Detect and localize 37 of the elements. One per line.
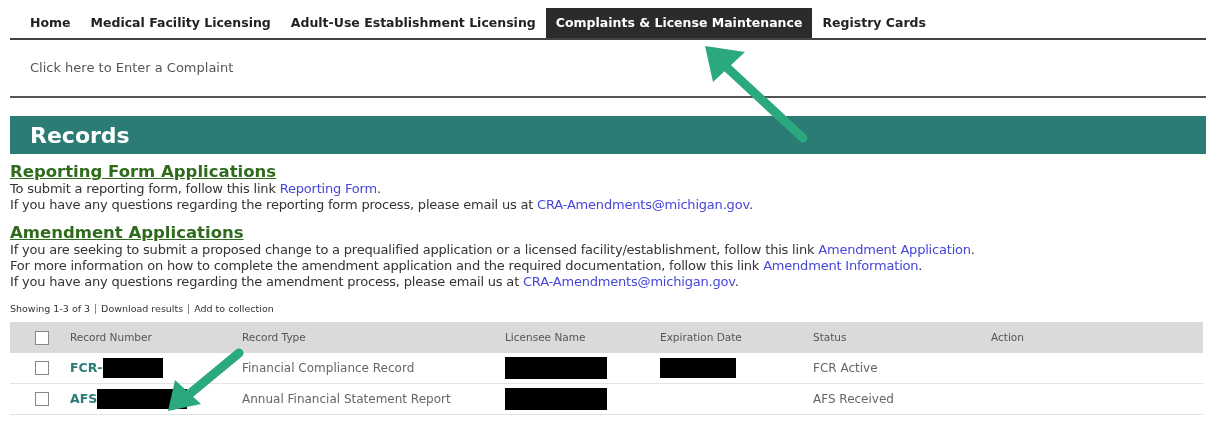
- column-header: Action: [991, 330, 1024, 343]
- info-text: If you have any questions regarding the amendment process, please email us at CRA-Amendments@michigan.gov.: [10, 274, 740, 290]
- nav-tab[interactable]: Home: [20, 8, 81, 38]
- redaction-bar: [102, 358, 163, 379]
- results-action-link[interactable]: Add to collection: [194, 302, 274, 317]
- nav-tab[interactable]: Registry Cards: [812, 8, 936, 38]
- table-cell: Financial Compliance Record: [242, 361, 415, 376]
- info-text: To submit a reporting form, follow this link Reporting Form.: [10, 181, 382, 197]
- row-checkbox[interactable]: [35, 361, 49, 376]
- nav-tab[interactable]: Complaints & License Maintenance: [545, 8, 813, 38]
- record-number-link[interactable]: FCR-: [70, 358, 103, 378]
- select-all-checkbox[interactable]: [35, 330, 49, 345]
- section-heading: Reporting Form Applications: [10, 162, 277, 181]
- row-checkbox[interactable]: [35, 392, 49, 407]
- section-title: Records: [30, 121, 130, 150]
- results-action-link[interactable]: Download results: [101, 302, 184, 317]
- table-cell: Annual Financial Statement Report: [242, 392, 451, 407]
- email-or-form-link[interactable]: Amendment Application: [818, 242, 971, 257]
- results-count: Showing 1-3 of 3: [10, 302, 91, 316]
- info-text: For more information on how to complete the amendment application and the required documentation, follow this link Amendment Information.: [10, 258, 924, 274]
- nav-tab[interactable]: Adult-Use Establishment Licensing: [280, 8, 546, 38]
- info-text: If you have any questions regarding the reporting form process, please email us at CRA-Amendments@michigan.gov.: [10, 197, 754, 213]
- column-header: Record Type: [242, 330, 306, 343]
- nav-tab[interactable]: Medical Facility Licensing: [80, 8, 281, 38]
- email-or-form-link[interactable]: CRA-Amendments@michigan.gov: [522, 274, 735, 289]
- email-or-form-link[interactable]: Reporting Form: [279, 181, 377, 196]
- table-cell: AFS Received: [813, 392, 894, 407]
- column-header: Record Number: [70, 330, 152, 343]
- table-cell: FCR Active: [813, 361, 878, 376]
- column-header: Status: [813, 330, 847, 343]
- info-text: If you are seeking to submit a proposed change to a prequalified application or a licensed facility/establishment, follow this link Amendment Application.: [10, 242, 976, 258]
- complaint-link[interactable]: Click here to Enter a Complaint: [30, 58, 234, 78]
- email-or-form-link[interactable]: CRA-Amendments@michigan.gov: [537, 197, 749, 212]
- section-heading: Amendment Applications: [10, 223, 244, 242]
- column-header: Expiration Date: [660, 330, 742, 343]
- column-header: Licensee Name: [505, 330, 586, 343]
- record-number-link[interactable]: AFS: [70, 389, 98, 409]
